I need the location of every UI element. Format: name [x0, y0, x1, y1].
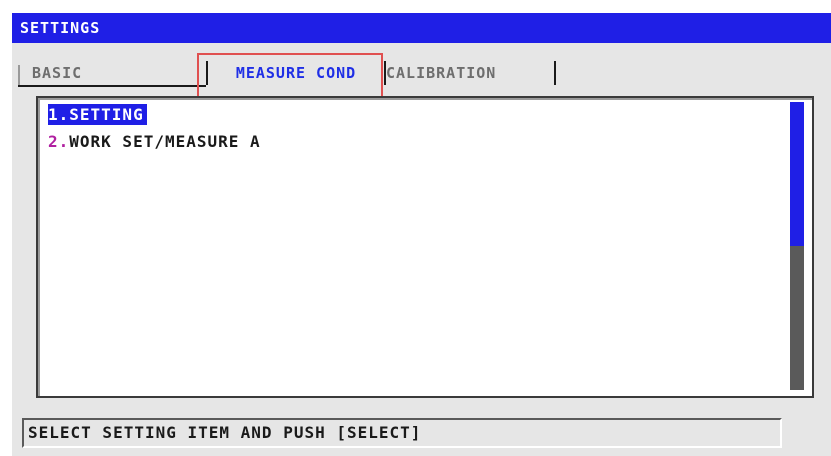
settings-list: 1.SETTING 2.WORK SET/MEASURE A: [36, 96, 814, 398]
list-item-number: 2.: [48, 132, 70, 151]
tab-divider: [18, 65, 20, 87]
title-bar: SETTINGS: [12, 13, 831, 43]
tab-calibration[interactable]: CALIBRATION: [384, 61, 556, 85]
top-clipped-header: [0, 0, 831, 10]
status-message: SELECT SETTING ITEM AND PUSH [SELECT]: [28, 423, 422, 442]
vertical-scrollbar[interactable]: [790, 102, 804, 390]
tab-basic[interactable]: BASIC: [32, 61, 82, 85]
window-title: SETTINGS: [20, 19, 101, 37]
list-item-setting[interactable]: 1.SETTING: [48, 104, 147, 125]
list-item-label: SETTING: [69, 105, 144, 124]
tab-divider: [18, 85, 206, 87]
status-bar: SELECT SETTING ITEM AND PUSH [SELECT]: [22, 418, 782, 448]
list-item-work-set-measure[interactable]: 2.WORK SET/MEASURE A: [48, 131, 261, 152]
scrollbar-thumb[interactable]: [790, 102, 804, 246]
list-item-label: WORK SET/MEASURE A: [69, 132, 261, 151]
active-tab-highlight-box: [197, 53, 383, 99]
list-item-number: 1.: [48, 105, 70, 124]
